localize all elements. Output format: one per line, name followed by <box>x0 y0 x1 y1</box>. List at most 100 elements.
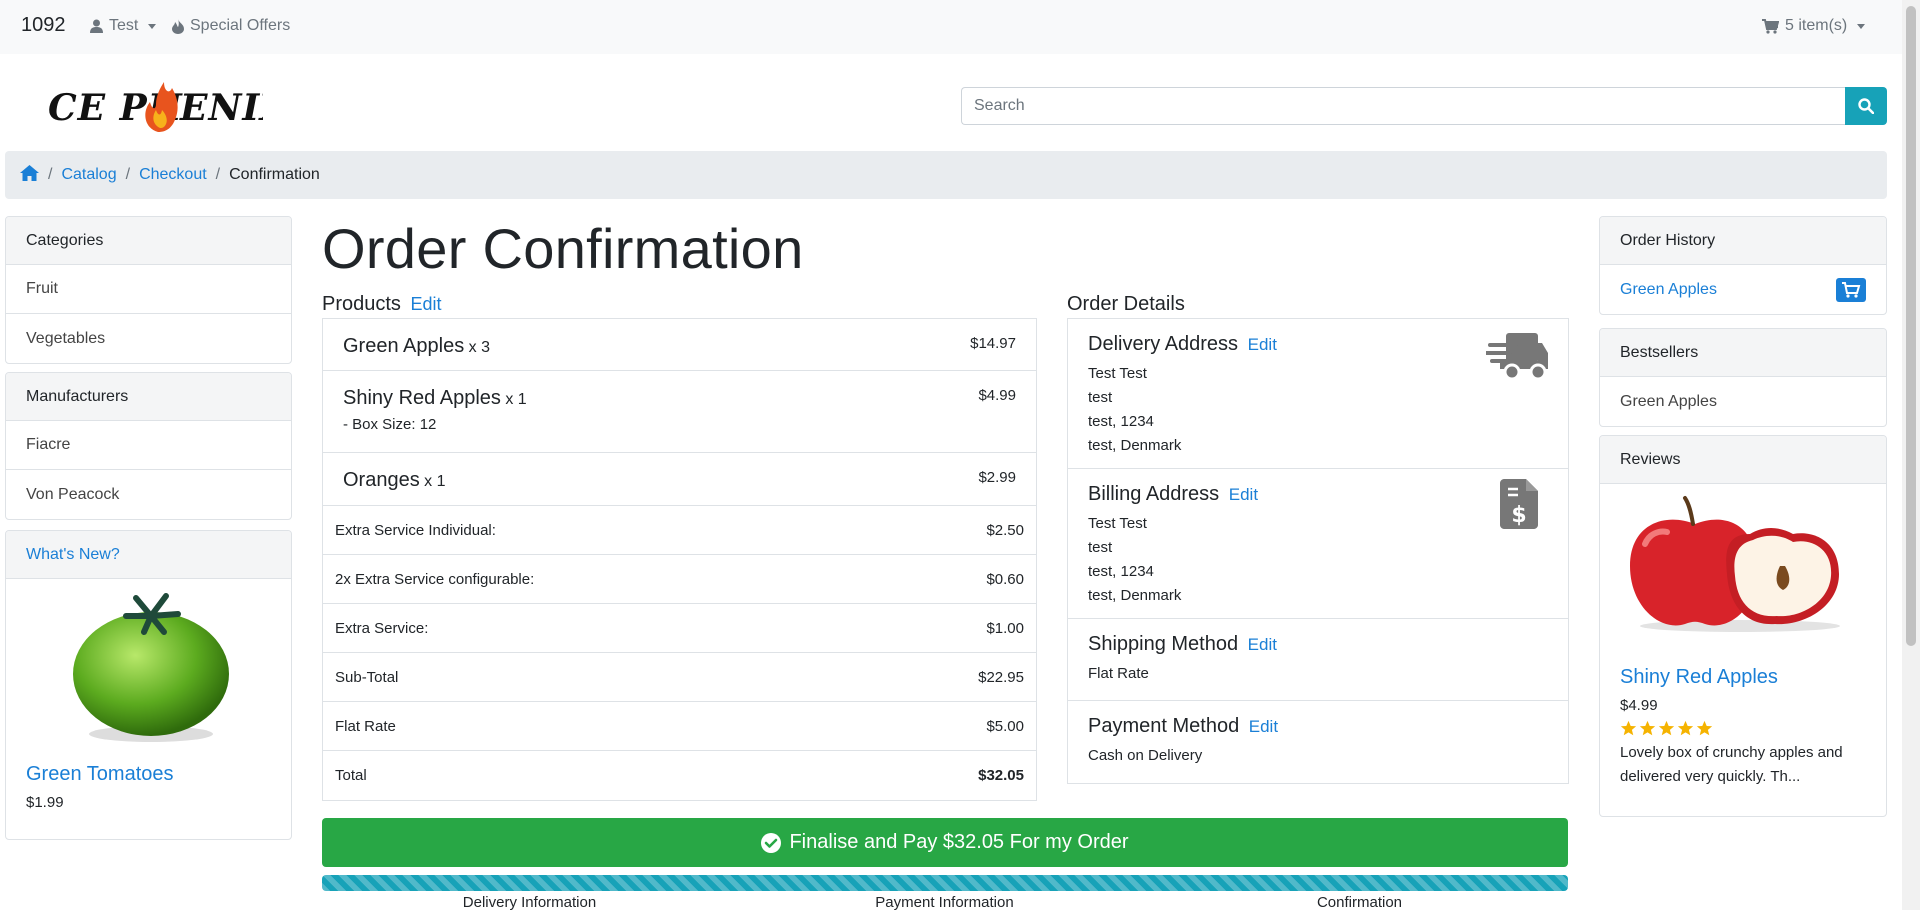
shipping-method-header: Shipping Method Edit <box>1088 633 1548 656</box>
whats-new-product: Green Tomatoes $1.99 <box>26 763 174 811</box>
search-input[interactable] <box>961 87 1845 125</box>
scrollbar-thumb[interactable] <box>1906 6 1916 646</box>
product-qty: x 3 <box>468 339 490 356</box>
page-scrollbar[interactable] <box>1902 0 1920 910</box>
product-name: Shiny Red Apples <box>343 387 501 409</box>
delivery-address-section: Delivery Address Edit Test Test test tes… <box>1068 319 1568 469</box>
breadcrumb: / Catalog / Checkout / Confirmation <box>5 151 1887 199</box>
order-history-product-link[interactable]: Green Apples <box>1620 281 1717 299</box>
product-qty: x 1 <box>424 473 446 490</box>
total-label: 2x Extra Service configurable: <box>335 570 535 588</box>
total-label: Extra Service Individual: <box>335 521 496 539</box>
manufacturer-fiacre[interactable]: Fiacre <box>6 421 291 470</box>
payment-method-header: Payment Method Edit <box>1088 715 1548 738</box>
product-price: $14.97 <box>970 335 1016 352</box>
product-option: - Box Size: 12 <box>343 416 437 433</box>
total-label: Flat Rate <box>335 717 396 735</box>
payment-method-edit-link[interactable]: Edit <box>1249 717 1278 736</box>
home-link[interactable] <box>20 164 39 186</box>
address-line: test <box>1088 539 1113 556</box>
star-icon <box>1620 720 1637 736</box>
billing-address-title: Billing Address <box>1088 483 1220 505</box>
bestsellers-header: Bestsellers <box>1600 329 1886 377</box>
total-row: Extra Service: $1.00 <box>323 604 1036 653</box>
total-value: $5.00 <box>986 717 1024 735</box>
special-offers-link[interactable]: Special Offers <box>172 17 290 35</box>
categories-header: Categories <box>6 217 291 265</box>
user-icon <box>90 19 103 33</box>
review-product-name[interactable]: Shiny Red Apples <box>1620 666 1778 688</box>
delivery-address-title: Delivery Address <box>1088 333 1239 355</box>
step-payment: Payment Information <box>875 894 1014 910</box>
total-label: Extra Service: <box>335 619 429 637</box>
checkout-progress-bar <box>322 875 1568 891</box>
navbar-brand[interactable]: 1092 <box>21 14 66 37</box>
cart-icon <box>1842 281 1861 298</box>
manufacturer-von-peacock[interactable]: Von Peacock <box>6 470 291 519</box>
check-circle-icon <box>761 832 782 853</box>
shipping-method-edit-link[interactable]: Edit <box>1248 635 1277 654</box>
address-line: test, 1234 <box>1088 413 1154 430</box>
delivery-address-edit-link[interactable]: Edit <box>1248 335 1277 354</box>
billing-address-edit-link[interactable]: Edit <box>1229 485 1258 504</box>
whats-new-header: What's New? <box>6 531 291 579</box>
search-bar <box>961 87 1887 125</box>
total-row: Sub-Total $22.95 <box>323 653 1036 702</box>
finalise-order-label: Finalise and Pay $32.05 For my Order <box>789 831 1129 853</box>
finalise-order-button[interactable]: Finalise and Pay $32.05 For my Order <box>322 818 1568 867</box>
reviews-header: Reviews <box>1600 436 1886 484</box>
cart-label: 5 item(s) <box>1785 17 1848 34</box>
home-icon <box>20 164 39 181</box>
products-edit-link[interactable]: Edit <box>411 294 442 314</box>
total-label: Sub-Total <box>335 668 399 686</box>
products-table: Green Apples x 3 $14.97 Shiny Red Apples… <box>322 318 1037 801</box>
step-delivery: Delivery Information <box>462 894 597 910</box>
step-confirmation: Confirmation <box>1316 894 1403 910</box>
order-history-header: Order History <box>1600 217 1886 265</box>
account-dropdown[interactable]: Test <box>90 17 157 35</box>
total-value: $1.00 <box>986 619 1024 637</box>
search-button[interactable] <box>1845 87 1887 125</box>
breadcrumb-current: Confirmation <box>229 166 320 183</box>
green-tomatoes-image[interactable] <box>66 586 236 746</box>
order-details-panel: Delivery Address Edit Test Test test tes… <box>1067 318 1569 784</box>
total-row: Extra Service Individual: $2.50 <box>323 506 1036 555</box>
category-vegetables[interactable]: Vegetables <box>6 314 291 363</box>
order-history-card: Order History Green Apples <box>1599 216 1887 315</box>
product-row: Oranges x 1 $2.99 <box>323 453 1036 506</box>
shiny-red-apples-image[interactable] <box>1625 494 1855 634</box>
chevron-down-icon <box>1857 23 1866 29</box>
manufacturers-card: Manufacturers Fiacre Von Peacock <box>5 372 292 520</box>
whats-new-link[interactable]: What's New? <box>26 546 120 564</box>
star-icon <box>1639 720 1656 736</box>
address-line: test <box>1088 389 1113 406</box>
product-price: $4.99 <box>978 387 1016 404</box>
address-line: test, Denmark <box>1088 587 1182 604</box>
shipping-method-value: Flat Rate <box>1088 665 1149 682</box>
star-icon <box>1677 720 1694 736</box>
order-history-item: Green Apples <box>1600 265 1886 314</box>
svg-text:ENIX: ENIX <box>179 87 263 129</box>
category-fruit[interactable]: Fruit <box>6 265 291 314</box>
categories-card: Categories Fruit Vegetables <box>5 216 292 364</box>
grand-total-label: Total <box>335 767 367 784</box>
payment-method-section: Payment Method Edit Cash on Delivery <box>1068 701 1568 783</box>
add-to-cart-button[interactable] <box>1836 277 1866 302</box>
cart-dropdown[interactable]: 5 item(s) <box>1762 17 1866 35</box>
breadcrumb-checkout[interactable]: Checkout <box>139 166 207 184</box>
whats-new-product-name[interactable]: Green Tomatoes <box>26 763 174 785</box>
review-product-price: $4.99 <box>1620 697 1658 714</box>
shipping-method-title: Shipping Method <box>1088 633 1239 655</box>
shipping-method-section: Shipping Method Edit Flat Rate <box>1068 619 1568 701</box>
breadcrumb-catalog[interactable]: Catalog <box>61 166 116 184</box>
billing-address-header: Billing Address Edit <box>1088 483 1548 506</box>
bestseller-item[interactable]: Green Apples <box>1600 377 1886 426</box>
product-name: Green Apples <box>343 335 465 357</box>
total-value: $0.60 <box>986 570 1024 588</box>
page-title: Order Confirmation <box>322 217 804 280</box>
store-logo[interactable]: CE PH ENIX <box>48 76 263 136</box>
total-value: $22.95 <box>978 668 1024 686</box>
checkout-steps: Delivery Information Payment Information… <box>322 894 1568 910</box>
star-icon <box>1696 720 1713 736</box>
address-line: Test Test <box>1088 515 1147 532</box>
